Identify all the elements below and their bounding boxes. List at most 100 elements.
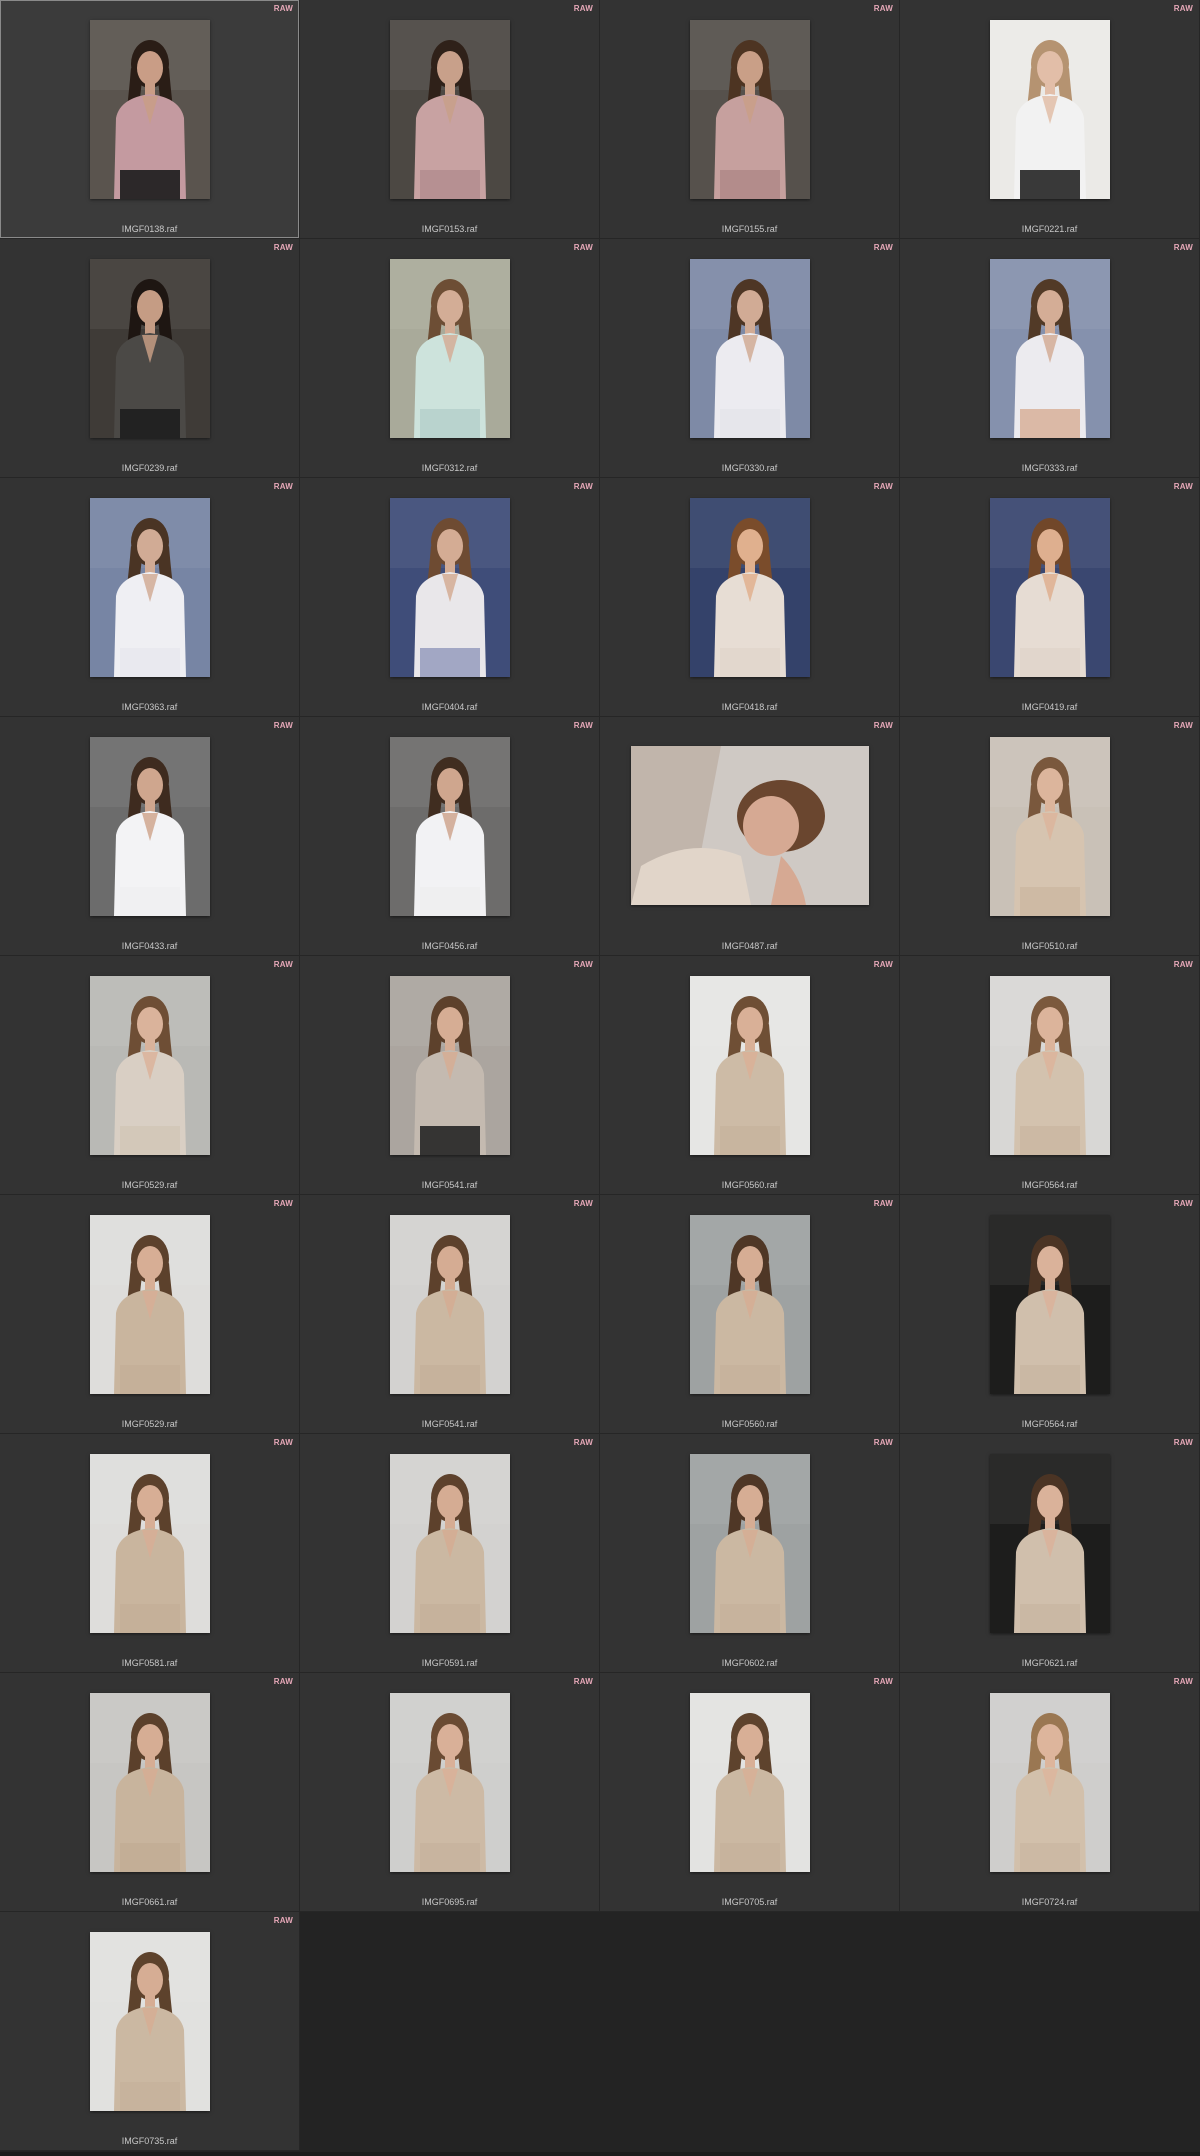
thumbnail-cell[interactable]: RAW IMGF0221.raf xyxy=(900,0,1200,239)
photo-thumbnail[interactable] xyxy=(689,1215,810,1394)
thumbnail-cell[interactable]: RAW IMGF0330.raf xyxy=(600,239,900,478)
thumbnail-cell[interactable]: RAW IMGF0510.raf xyxy=(900,717,1200,956)
thumbnail-cell[interactable]: RAW IMGF0433.raf xyxy=(0,717,300,956)
thumbnail-cell[interactable]: RAW IMGF0153.raf xyxy=(300,0,600,239)
raw-badge: RAW xyxy=(273,243,293,252)
photo-thumbnail[interactable] xyxy=(389,20,510,199)
photo-thumbnail[interactable] xyxy=(89,259,210,438)
photo-thumbnail[interactable] xyxy=(389,976,510,1155)
thumbnail-cell[interactable]: RAW IMGF0724.raf xyxy=(900,1673,1200,1912)
thumbnail-cell[interactable]: RAW IMGF0541.raf xyxy=(300,1195,600,1434)
thumbnail-cell[interactable]: RAW IMGF0564.raf xyxy=(900,956,1200,1195)
thumbnail-cell[interactable]: RAW IMGF0621.raf xyxy=(900,1434,1200,1673)
file-name-label: IMGF0312.raf xyxy=(421,463,478,473)
photo-thumbnail[interactable] xyxy=(630,746,869,905)
photo-thumbnail[interactable] xyxy=(389,1454,510,1633)
thumbnail-cell[interactable]: RAW IMGF0560.raf xyxy=(600,956,900,1195)
thumbnail-cell[interactable]: RAW IMGF0661.raf xyxy=(0,1673,300,1912)
raw-badge: RAW xyxy=(873,1438,893,1447)
raw-badge: RAW xyxy=(573,1199,593,1208)
raw-badge: RAW xyxy=(1173,960,1193,969)
file-name-label: IMGF0564.raf xyxy=(1021,1419,1078,1429)
photo-thumbnail[interactable] xyxy=(89,737,210,916)
file-name-label: IMGF0239.raf xyxy=(121,463,178,473)
raw-badge: RAW xyxy=(273,482,293,491)
raw-badge: RAW xyxy=(873,482,893,491)
thumbnail-cell[interactable]: RAW IMGF0541.raf xyxy=(300,956,600,1195)
photo-thumbnail[interactable] xyxy=(689,259,810,438)
thumbnail-cell[interactable]: RAW IMGF0363.raf xyxy=(0,478,300,717)
photo-thumbnail[interactable] xyxy=(89,976,210,1155)
thumbnail-cell[interactable]: RAW IMGF0705.raf xyxy=(600,1673,900,1912)
photo-thumbnail[interactable] xyxy=(989,20,1110,199)
file-name-label: IMGF0510.raf xyxy=(1021,941,1078,951)
raw-badge: RAW xyxy=(873,721,893,730)
file-name-label: IMGF0602.raf xyxy=(721,1658,778,1668)
thumbnail-cell[interactable]: RAW IMGF0155.raf xyxy=(600,0,900,239)
thumbnail-cell[interactable]: RAW IMGF0735.raf xyxy=(0,1912,300,2151)
raw-badge: RAW xyxy=(273,4,293,13)
photo-thumbnail[interactable] xyxy=(389,1693,510,1872)
file-name-label: IMGF0418.raf xyxy=(721,702,778,712)
thumbnail-cell[interactable]: RAW IMGF0529.raf xyxy=(0,1195,300,1434)
photo-thumbnail[interactable] xyxy=(89,498,210,677)
photo-thumbnail[interactable] xyxy=(689,20,810,199)
photo-thumbnail[interactable] xyxy=(689,1693,810,1872)
thumbnail-cell[interactable]: RAW IMGF0333.raf xyxy=(900,239,1200,478)
thumbnail-cell[interactable]: RAW IMGF0695.raf xyxy=(300,1673,600,1912)
raw-badge: RAW xyxy=(573,243,593,252)
photo-thumbnail[interactable] xyxy=(689,976,810,1155)
raw-badge: RAW xyxy=(1173,243,1193,252)
thumbnail-cell[interactable]: RAW IMGF0529.raf xyxy=(0,956,300,1195)
thumbnail-cell[interactable]: RAW IMGF0591.raf xyxy=(300,1434,600,1673)
photo-thumbnail[interactable] xyxy=(89,20,210,199)
photo-thumbnail[interactable] xyxy=(989,498,1110,677)
thumbnail-cell[interactable]: RAW IMGF0487.raf xyxy=(600,717,900,956)
thumbnail-cell[interactable]: RAW IMGF0419.raf xyxy=(900,478,1200,717)
thumbnail-cell[interactable]: RAW IMGF0560.raf xyxy=(600,1195,900,1434)
raw-badge: RAW xyxy=(573,960,593,969)
photo-thumbnail[interactable] xyxy=(89,1454,210,1633)
raw-badge: RAW xyxy=(573,1677,593,1686)
photo-thumbnail[interactable] xyxy=(989,737,1110,916)
file-name-label: IMGF0221.raf xyxy=(1021,224,1078,234)
thumbnail-cell[interactable]: RAW IMGF0239.raf xyxy=(0,239,300,478)
photo-thumbnail[interactable] xyxy=(989,1454,1110,1633)
photo-thumbnail[interactable] xyxy=(689,498,810,677)
photo-thumbnail[interactable] xyxy=(389,737,510,916)
file-name-label: IMGF0419.raf xyxy=(1021,702,1078,712)
photo-thumbnail[interactable] xyxy=(89,1693,210,1872)
thumbnail-cell[interactable]: RAW IMGF0581.raf xyxy=(0,1434,300,1673)
photo-thumbnail[interactable] xyxy=(989,1215,1110,1394)
raw-badge: RAW xyxy=(1173,721,1193,730)
thumbnail-cell[interactable]: RAW IMGF0312.raf xyxy=(300,239,600,478)
file-name-label: IMGF0735.raf xyxy=(121,2136,178,2146)
file-name-label: IMGF0705.raf xyxy=(721,1897,778,1907)
thumbnail-cell[interactable]: RAW IMGF0602.raf xyxy=(600,1434,900,1673)
photo-thumbnail[interactable] xyxy=(989,259,1110,438)
file-name-label: IMGF0560.raf xyxy=(721,1180,778,1190)
raw-badge: RAW xyxy=(1173,1199,1193,1208)
photo-thumbnail[interactable] xyxy=(689,1454,810,1633)
thumbnail-cell[interactable]: RAW IMGF0404.raf xyxy=(300,478,600,717)
thumbnail-cell[interactable]: RAW IMGF0138.raf xyxy=(0,0,300,239)
thumbnail-cell[interactable]: RAW IMGF0564.raf xyxy=(900,1195,1200,1434)
raw-badge: RAW xyxy=(873,960,893,969)
raw-badge: RAW xyxy=(873,1199,893,1208)
photo-thumbnail[interactable] xyxy=(389,1215,510,1394)
thumbnail-cell[interactable]: RAW IMGF0456.raf xyxy=(300,717,600,956)
photo-thumbnail[interactable] xyxy=(89,1932,210,2111)
photo-thumbnail[interactable] xyxy=(389,259,510,438)
photo-thumbnail[interactable] xyxy=(989,1693,1110,1872)
file-name-label: IMGF0724.raf xyxy=(1021,1897,1078,1907)
photo-thumbnail[interactable] xyxy=(89,1215,210,1394)
file-name-label: IMGF0695.raf xyxy=(421,1897,478,1907)
photo-thumbnail[interactable] xyxy=(989,976,1110,1155)
file-name-label: IMGF0433.raf xyxy=(121,941,178,951)
file-name-label: IMGF0591.raf xyxy=(421,1658,478,1668)
photo-thumbnail[interactable] xyxy=(389,498,510,677)
raw-badge: RAW xyxy=(573,721,593,730)
raw-badge: RAW xyxy=(1173,4,1193,13)
file-name-label: IMGF0564.raf xyxy=(1021,1180,1078,1190)
thumbnail-cell[interactable]: RAW IMGF0418.raf xyxy=(600,478,900,717)
